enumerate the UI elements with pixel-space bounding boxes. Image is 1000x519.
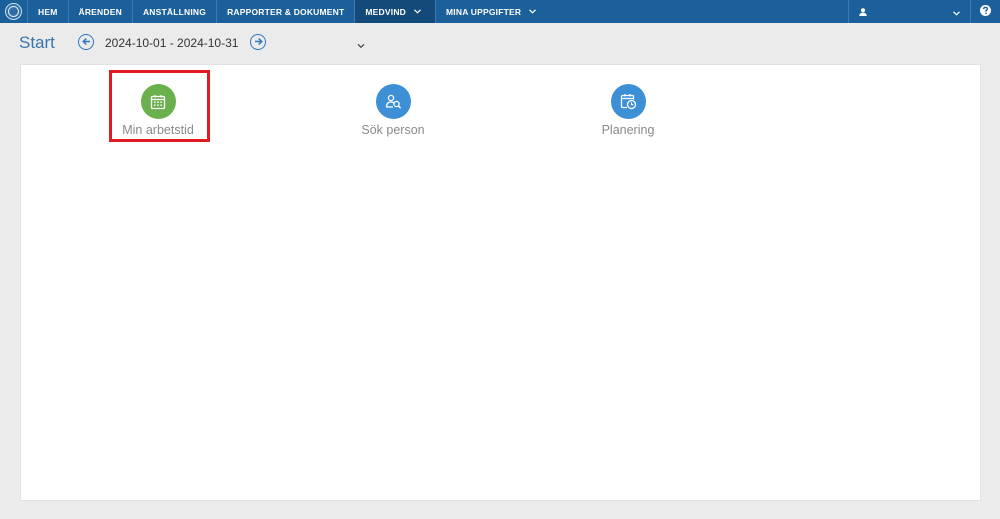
- top-navbar: HEM ÄRENDEN ANSTÄLLNING RAPPORTER & DOKU…: [0, 0, 1000, 23]
- nav-item-medvind[interactable]: MEDVIND: [355, 0, 437, 23]
- tile-label: Min arbetstid: [122, 123, 194, 137]
- nav-item-label: MEDVIND: [365, 6, 407, 17]
- nav-item-label: HEM: [38, 6, 58, 17]
- tile-label: Planering: [601, 123, 655, 137]
- help-button[interactable]: [971, 0, 1000, 23]
- question-icon: [980, 3, 991, 21]
- page-title: Start: [19, 33, 55, 52]
- period-dropdown[interactable]: [357, 36, 365, 54]
- next-period-button[interactable]: [250, 34, 266, 50]
- tile-planering[interactable]: Planering: [563, 84, 693, 137]
- user-menu[interactable]: [848, 0, 971, 23]
- chevron-down-icon: [414, 7, 421, 16]
- tile-sok-person[interactable]: Sök person: [328, 84, 458, 137]
- chevron-down-icon: [529, 7, 537, 16]
- tile-min-arbetstid[interactable]: Min arbetstid: [93, 84, 223, 137]
- chevron-down-icon: [357, 36, 365, 53]
- calendar-icon: [140, 84, 176, 119]
- arrow-left-icon: [81, 33, 91, 51]
- previous-period-button[interactable]: [78, 34, 94, 50]
- logo-emblem: [5, 3, 22, 20]
- nav-item-label: ANSTÄLLNING: [142, 6, 207, 17]
- date-range: 2024-10-01 - 2024-10-31: [105, 36, 239, 50]
- nav-item-mina-uppgifter[interactable]: MINA UPPGIFTER: [436, 0, 546, 23]
- nav-item-rapporter-dokument[interactable]: RAPPORTER & DOKUMENT: [217, 0, 356, 23]
- nav-item-anstallning[interactable]: ANSTÄLLNING: [133, 0, 218, 23]
- person-search-icon: [375, 84, 411, 119]
- calendar-clock-icon: [610, 84, 646, 119]
- arrow-right-icon: [254, 33, 263, 51]
- chevron-down-icon: [953, 3, 960, 21]
- user-icon: [859, 3, 867, 21]
- nav-item-label: ÄRENDEN: [78, 6, 122, 17]
- nav-item-label: MINA UPPGIFTER: [446, 6, 522, 17]
- tile-label: Sök person: [361, 123, 425, 137]
- kth-logo[interactable]: [0, 0, 28, 23]
- nav-item-arenden[interactable]: ÄRENDEN: [69, 0, 133, 23]
- nav-item-label: RAPPORTER & DOKUMENT: [227, 6, 345, 17]
- nav-item-hem[interactable]: HEM: [28, 0, 69, 23]
